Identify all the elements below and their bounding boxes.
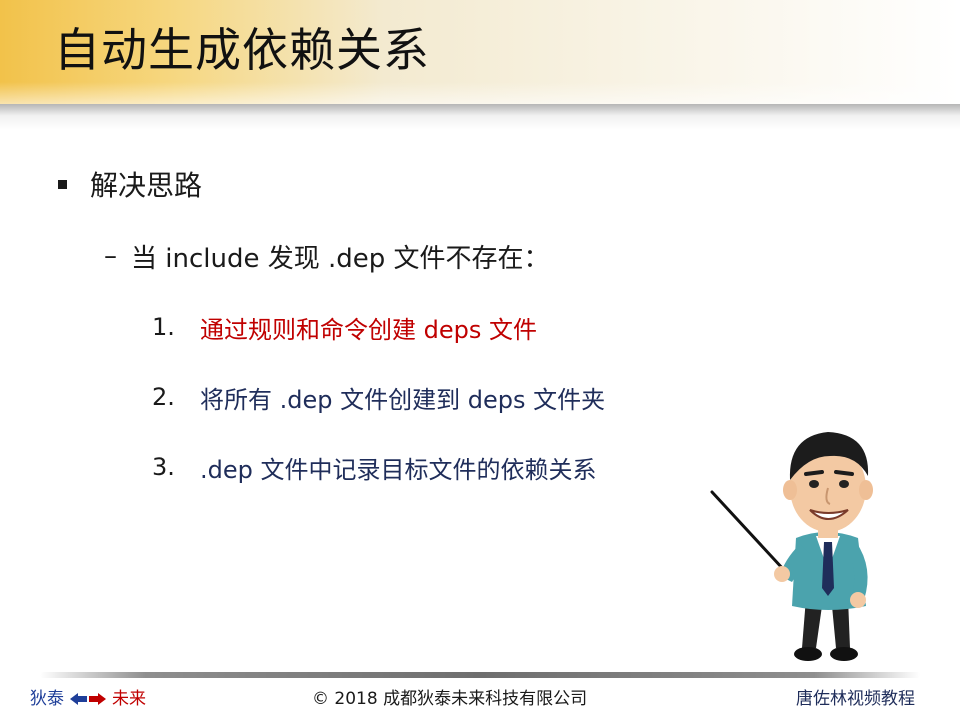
footer-brand-left: 狄泰: [30, 689, 64, 709]
step-text: 将所有 .dep 文件创建到 deps 文件夹: [200, 385, 606, 414]
step-item-1: 1. 通过规则和命令创建 deps 文件: [152, 307, 537, 347]
slide-title: 自动生成依赖关系: [54, 23, 430, 77]
bullet-level2: – 当 include 发现 .dep 文件不存在：: [104, 236, 550, 276]
bullet-level1-text: 解决思路: [90, 169, 203, 202]
step-number: 3.: [152, 453, 175, 481]
square-bullet-icon: [58, 179, 67, 189]
step-text: .dep 文件中记录目标文件的依赖关系: [200, 455, 597, 484]
title-shadow: [0, 104, 960, 130]
footer-divider: [40, 672, 920, 678]
step-item-3: 3. .dep 文件中记录目标文件的依赖关系: [152, 447, 597, 487]
bullet-level2-text: 当 include 发现 .dep 文件不存在：: [131, 243, 550, 274]
footer-brand: 狄泰 未来: [30, 686, 146, 712]
step-number: 2.: [152, 383, 175, 411]
bullet-level1: 解决思路: [58, 164, 202, 204]
footer-course-name: 唐佐林视频教程: [796, 689, 915, 709]
bidirectional-arrow-icon: [68, 691, 108, 707]
footer-copyright: © 2018 成都狄泰未来科技有限公司: [312, 689, 588, 709]
step-text: 通过规则和命令创建 deps 文件: [200, 315, 537, 344]
footer-brand-right: 未来: [112, 689, 146, 709]
teacher-with-pointer-illustration: [710, 432, 873, 661]
dash-bullet-icon: –: [104, 241, 117, 271]
slide: 自动生成依赖关系 解决思路 – 当 include 发现 .dep 文件不存在：…: [0, 0, 960, 720]
step-number: 1.: [152, 313, 175, 341]
step-item-2: 2. 将所有 .dep 文件创建到 deps 文件夹: [152, 377, 605, 417]
